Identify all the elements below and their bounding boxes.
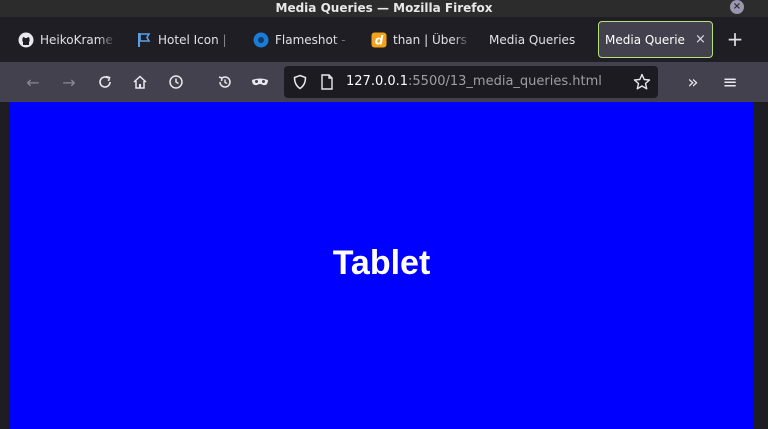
url-host: 127.0.0.1 xyxy=(346,74,409,89)
navigation-toolbar: ← → 127.0.0.1:5500/13_media_queries.html… xyxy=(0,62,768,102)
history-icon xyxy=(218,76,231,88)
svg-text:d: d xyxy=(375,33,384,47)
tab-fade xyxy=(216,21,234,58)
page-icon[interactable] xyxy=(320,74,334,94)
tab-flameshot[interactable]: Flameshot - xyxy=(247,21,351,58)
tab-close-icon[interactable]: × xyxy=(695,32,706,47)
tab-media-queries[interactable]: Media Queries xyxy=(483,21,589,58)
tab-label: Media Querie xyxy=(605,32,685,47)
new-tab-button[interactable]: + xyxy=(724,17,746,62)
window-edge-left xyxy=(0,102,9,429)
back-button[interactable]: ← xyxy=(19,68,47,96)
clock-icon xyxy=(169,75,183,89)
github-icon xyxy=(18,32,34,48)
url-path: :5500/13_media_queries.html xyxy=(408,74,602,89)
window-title: Media Queries — Mozilla Firefox xyxy=(275,1,493,15)
star-icon[interactable] xyxy=(633,73,651,95)
tab-hotel-icon[interactable]: Hotel Icon | xyxy=(130,21,234,58)
flag-icon xyxy=(136,32,152,48)
tab-github[interactable]: HeikoKrame xyxy=(12,21,116,58)
reload-icon xyxy=(99,75,111,88)
url-text[interactable]: 127.0.0.1:5500/13_media_queries.html xyxy=(346,66,602,98)
window-close-button[interactable]: × xyxy=(730,0,744,14)
shield-icon[interactable] xyxy=(292,74,308,94)
url-bar[interactable]: 127.0.0.1:5500/13_media_queries.html xyxy=(284,66,658,98)
tab-fade xyxy=(333,21,351,58)
tab-media-queries-active[interactable]: Media Querie × xyxy=(598,21,713,58)
tab-fade xyxy=(453,21,471,58)
tab-label: Media Queries xyxy=(489,32,576,47)
window-titlebar: Media Queries — Mozilla Firefox × xyxy=(0,0,768,17)
app-menu-button[interactable]: ≡ xyxy=(716,68,744,96)
private-browsing-button[interactable] xyxy=(246,68,274,96)
overflow-menu-button[interactable]: » xyxy=(679,68,707,96)
reload-button[interactable] xyxy=(91,68,119,96)
tab-than-dictionary[interactable]: d than | Übers xyxy=(365,21,471,58)
home-icon xyxy=(133,75,147,89)
flameshot-icon xyxy=(253,32,269,48)
tab-strip: HeikoKrame Hotel Icon | Flameshot - d th… xyxy=(0,17,768,62)
dict-icon: d xyxy=(371,32,387,48)
home-button[interactable] xyxy=(126,68,154,96)
page-heading: Tablet xyxy=(332,244,431,282)
tab-fade xyxy=(98,21,116,58)
window-edge-right xyxy=(754,102,768,429)
mask-icon xyxy=(252,78,268,86)
history-button[interactable] xyxy=(162,68,190,96)
forward-button[interactable]: → xyxy=(55,68,83,96)
recent-history-button[interactable] xyxy=(211,68,239,96)
page-content: Tablet xyxy=(9,102,754,429)
